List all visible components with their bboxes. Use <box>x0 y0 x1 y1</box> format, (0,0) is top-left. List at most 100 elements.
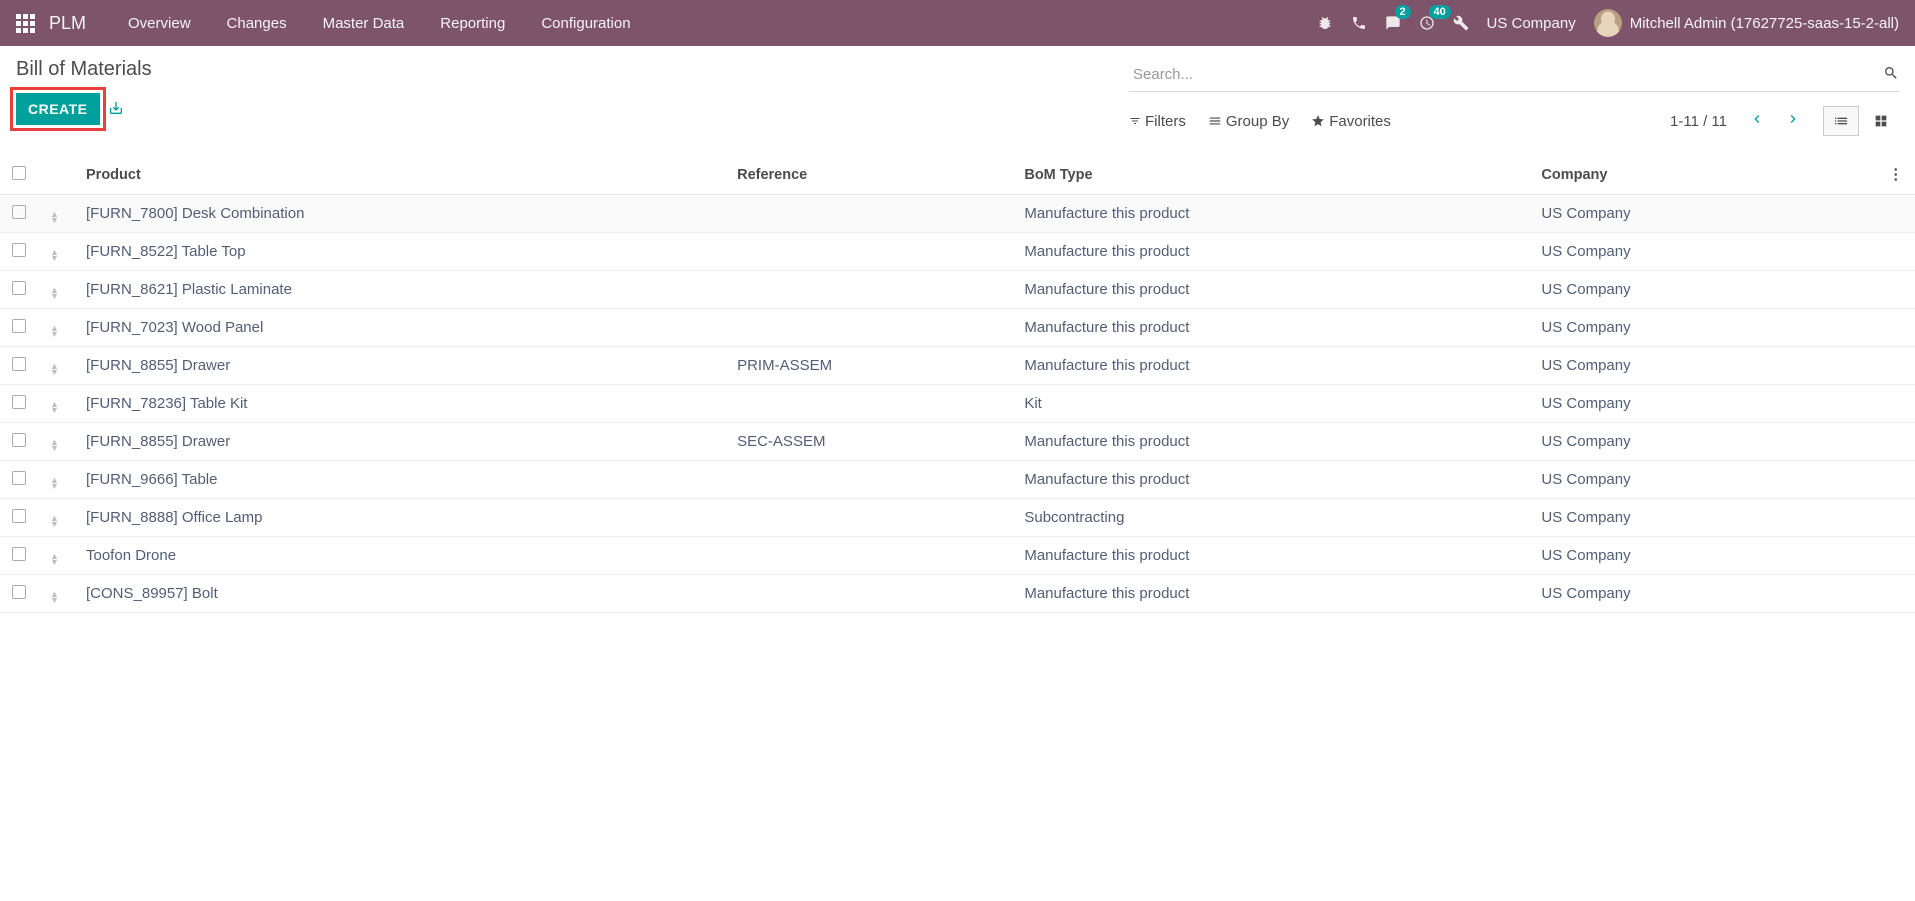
filters-label: Filters <box>1145 113 1186 130</box>
search-input[interactable] <box>1129 62 1883 87</box>
cell-company: US Company <box>1529 233 1876 271</box>
row-checkbox[interactable] <box>12 243 26 257</box>
phone-icon[interactable] <box>1351 15 1367 31</box>
company-selector[interactable]: US Company <box>1487 15 1576 32</box>
row-checkbox[interactable] <box>12 471 26 485</box>
header-company[interactable]: Company <box>1529 156 1876 195</box>
table-row[interactable]: ▲▼ [FURN_8522] Table Top Manufacture thi… <box>0 233 1915 271</box>
cell-product: [FURN_9666] Table <box>74 461 725 499</box>
breadcrumb: Bill of Materials <box>16 58 152 81</box>
search-icon[interactable] <box>1883 65 1899 84</box>
drag-handle-icon[interactable]: ▲▼ <box>50 401 59 413</box>
cell-company: US Company <box>1529 575 1876 613</box>
row-checkbox[interactable] <box>12 319 26 333</box>
pager-group: 1-11 / 11 <box>1670 106 1899 136</box>
user-menu[interactable]: Mitchell Admin (17627725-saas-15-2-all) <box>1594 9 1899 37</box>
chat-badge: 2 <box>1395 5 1411 19</box>
row-checkbox[interactable] <box>12 585 26 599</box>
cell-company: US Company <box>1529 423 1876 461</box>
menu-master-data[interactable]: Master Data <box>309 3 419 44</box>
apps-icon[interactable] <box>16 14 35 33</box>
pager-prev[interactable] <box>1743 109 1771 134</box>
table-row[interactable]: ▲▼ [CONS_89957] Bolt Manufacture this pr… <box>0 575 1915 613</box>
row-checkbox[interactable] <box>12 547 26 561</box>
header-product[interactable]: Product <box>74 156 725 195</box>
cell-product: [CONS_89957] Bolt <box>74 575 725 613</box>
table-row[interactable]: ▲▼ [FURN_8855] Drawer SEC-ASSEM Manufact… <box>0 423 1915 461</box>
row-checkbox[interactable] <box>12 357 26 371</box>
menu-changes[interactable]: Changes <box>213 3 301 44</box>
cell-bomtype: Manufacture this product <box>1012 461 1529 499</box>
control-panel-left: Bill of Materials CREATE <box>16 58 152 136</box>
cell-bomtype: Manufacture this product <box>1012 537 1529 575</box>
filters-button[interactable]: Filters <box>1129 113 1186 130</box>
pager-next[interactable] <box>1779 109 1807 134</box>
table-row[interactable]: ▲▼ [FURN_7800] Desk Combination Manufact… <box>0 195 1915 233</box>
pager-text[interactable]: 1-11 / 11 <box>1670 113 1727 130</box>
row-checkbox[interactable] <box>12 433 26 447</box>
menu-overview[interactable]: Overview <box>114 3 205 44</box>
drag-handle-icon[interactable]: ▲▼ <box>50 287 59 299</box>
cell-company: US Company <box>1529 385 1876 423</box>
create-button[interactable]: CREATE <box>16 93 100 125</box>
menu-configuration[interactable]: Configuration <box>527 3 644 44</box>
favorites-button[interactable]: Favorites <box>1311 113 1391 130</box>
cell-company: US Company <box>1529 271 1876 309</box>
drag-handle-icon[interactable]: ▲▼ <box>50 249 59 261</box>
groupby-button[interactable]: Group By <box>1208 113 1289 130</box>
drag-handle-icon[interactable]: ▲▼ <box>50 439 59 451</box>
cell-company: US Company <box>1529 499 1876 537</box>
debug-icon[interactable] <box>1317 15 1333 31</box>
drag-handle-icon[interactable]: ▲▼ <box>50 515 59 527</box>
drag-handle-icon[interactable]: ▲▼ <box>50 591 59 603</box>
drag-handle-icon[interactable]: ▲▼ <box>50 211 59 223</box>
drag-handle-icon[interactable]: ▲▼ <box>50 553 59 565</box>
import-button[interactable] <box>108 100 124 119</box>
view-switcher <box>1823 106 1899 136</box>
cell-product: [FURN_8888] Office Lamp <box>74 499 725 537</box>
table-row[interactable]: ▲▼ [FURN_9666] Table Manufacture this pr… <box>0 461 1915 499</box>
row-checkbox[interactable] <box>12 395 26 409</box>
cell-company: US Company <box>1529 309 1876 347</box>
list-icon <box>1833 113 1849 129</box>
row-checkbox[interactable] <box>12 509 26 523</box>
star-icon <box>1311 114 1325 128</box>
favorites-label: Favorites <box>1329 113 1391 130</box>
menu-reporting[interactable]: Reporting <box>426 3 519 44</box>
activity-icon[interactable]: 40 <box>1419 15 1435 31</box>
filter-icon <box>1129 115 1141 127</box>
cell-bomtype: Kit <box>1012 385 1529 423</box>
table-row[interactable]: ▲▼ Toofon Drone Manufacture this product… <box>0 537 1915 575</box>
filter-group: Filters Group By Favorites <box>1129 113 1391 130</box>
table-row[interactable]: ▲▼ [FURN_78236] Table Kit Kit US Company <box>0 385 1915 423</box>
chat-icon[interactable]: 2 <box>1385 15 1401 31</box>
cell-reference <box>725 499 1012 537</box>
kanban-icon <box>1873 113 1889 129</box>
drag-handle-icon[interactable]: ▲▼ <box>50 325 59 337</box>
header-reference[interactable]: Reference <box>725 156 1012 195</box>
control-panel: Bill of Materials CREATE Filters G <box>0 46 1915 144</box>
header-bomtype[interactable]: BoM Type <box>1012 156 1529 195</box>
table-row[interactable]: ▲▼ [FURN_8855] Drawer PRIM-ASSEM Manufac… <box>0 347 1915 385</box>
select-all-checkbox[interactable] <box>12 166 26 180</box>
cell-bomtype: Manufacture this product <box>1012 271 1529 309</box>
table-row[interactable]: ▲▼ [FURN_8621] Plastic Laminate Manufact… <box>0 271 1915 309</box>
filter-row: Filters Group By Favorites 1-11 / 11 <box>1129 106 1899 136</box>
tools-icon[interactable] <box>1453 15 1469 31</box>
table-row[interactable]: ▲▼ [FURN_8888] Office Lamp Subcontractin… <box>0 499 1915 537</box>
app-title[interactable]: PLM <box>49 13 86 34</box>
cell-reference <box>725 461 1012 499</box>
row-checkbox[interactable] <box>12 281 26 295</box>
pager-arrows <box>1743 109 1807 134</box>
drag-handle-icon[interactable]: ▲▼ <box>50 477 59 489</box>
cell-reference <box>725 309 1012 347</box>
table-row[interactable]: ▲▼ [FURN_7023] Wood Panel Manufacture th… <box>0 309 1915 347</box>
kanban-view-button[interactable] <box>1863 106 1899 136</box>
list-view-button[interactable] <box>1823 106 1859 136</box>
cell-reference <box>725 271 1012 309</box>
column-options[interactable]: ⋮ <box>1877 156 1915 195</box>
drag-handle-icon[interactable]: ▲▼ <box>50 363 59 375</box>
row-checkbox[interactable] <box>12 205 26 219</box>
cell-product: [FURN_8522] Table Top <box>74 233 725 271</box>
navbar-right: 2 40 US Company Mitchell Admin (17627725… <box>1317 9 1900 37</box>
